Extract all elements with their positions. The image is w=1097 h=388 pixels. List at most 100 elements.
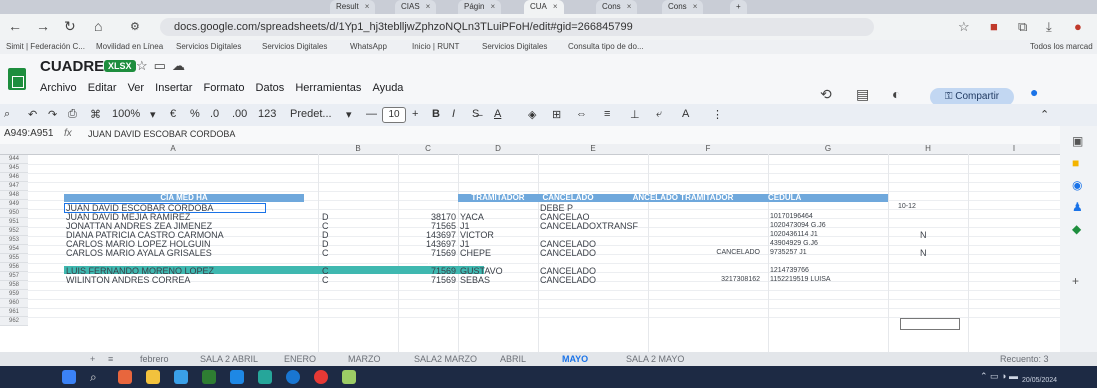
extensions-icon[interactable]: ⧉	[1018, 19, 1027, 35]
menu-ver[interactable]: Ver	[128, 82, 145, 94]
increase-font-icon[interactable]: +	[412, 108, 418, 120]
clock[interactable]: 20/05/2024	[1022, 369, 1057, 385]
cell-code[interactable]: 71569	[398, 267, 456, 276]
menu-formato[interactable]: Formato	[204, 82, 245, 94]
column-header[interactable]: E	[538, 144, 649, 155]
comments-icon[interactable]: ▤	[856, 86, 869, 103]
header-cell-cedula[interactable]: CEDULA	[768, 194, 888, 202]
cell-code[interactable]: 71569	[398, 276, 456, 285]
currency-button[interactable]: €	[170, 108, 176, 120]
row-header[interactable]: 945	[0, 164, 28, 173]
account-icon[interactable]: ●	[1030, 84, 1038, 100]
cell-type[interactable]: C	[322, 222, 329, 231]
cell-code[interactable]: 143697	[398, 231, 456, 240]
cell-name[interactable]: JONATTAN ANDRES ZEA JIMENEZ	[66, 222, 212, 231]
decrease-decimal-button[interactable]: .0	[210, 108, 219, 120]
collapse-menu-icon[interactable]: ⌃	[1040, 108, 1049, 121]
column-header[interactable]: F	[648, 144, 769, 155]
sheet-tab[interactable]: ABRIL	[500, 352, 526, 366]
column-header[interactable]: I	[968, 144, 1060, 155]
cell-cancelado-tramitador[interactable]: 3217308162	[650, 276, 760, 284]
chrome-icon[interactable]	[314, 370, 328, 384]
header-cell-cancelado[interactable]: CANCELADO	[538, 194, 598, 202]
cell-cancelado[interactable]: CANCELADO	[540, 276, 596, 285]
increase-decimal-button[interactable]: .00	[232, 108, 247, 120]
search-icon[interactable]: ⌕	[90, 370, 104, 384]
bookmark-item[interactable]: Servicios Digitales	[262, 40, 327, 54]
add-addon-icon[interactable]: +	[1072, 274, 1079, 288]
row-header[interactable]: 954	[0, 245, 28, 254]
profile-icon[interactable]: ●	[1074, 19, 1082, 34]
cell-cedula[interactable]: 10170196464	[770, 213, 813, 221]
menu-herramientas[interactable]: Herramientas	[295, 82, 361, 94]
row-header[interactable]: 959	[0, 290, 28, 299]
add-sheet-icon[interactable]: +	[90, 352, 95, 366]
cell-code[interactable]: 71565	[398, 222, 456, 231]
edge-icon[interactable]	[286, 370, 300, 384]
cell-cedula[interactable]: 1152219519 LUISA	[770, 276, 831, 284]
menu-datos[interactable]: Datos	[256, 82, 285, 94]
cell-tramitador[interactable]: GUSTAVO	[460, 267, 503, 276]
cell-cedula[interactable]: 1214739766	[770, 267, 809, 275]
all-bookmarks[interactable]: Todos los marcad	[1030, 40, 1093, 54]
search-menus-icon[interactable]: ⌕	[4, 108, 10, 121]
row-header[interactable]: 944	[0, 155, 28, 164]
close-icon[interactable]: ×	[365, 2, 370, 11]
new-tab-button[interactable]: +	[730, 0, 747, 14]
menu-archivo[interactable]: Archivo	[40, 82, 77, 94]
number-format-button[interactable]: 123	[258, 108, 276, 120]
borders-icon[interactable]: ⊞	[552, 108, 561, 121]
close-icon[interactable]: ×	[553, 2, 558, 11]
bookmark-item[interactable]: Consulta tipo de do...	[568, 40, 644, 54]
cell-cedula[interactable]: 9735257 J1	[770, 249, 807, 257]
row-header[interactable]: 953	[0, 236, 28, 245]
cell-type[interactable]: C	[322, 267, 329, 276]
cloud-icon[interactable]: ☁	[172, 58, 191, 73]
wifi-icon[interactable]	[258, 370, 272, 384]
row-header[interactable]: 951	[0, 218, 28, 227]
system-tray-icons[interactable]: ⌃ ▭ ◑ ▬	[980, 371, 1018, 382]
column-header[interactable]: H	[888, 144, 969, 155]
close-icon[interactable]: ×	[426, 2, 431, 11]
sheet-tab[interactable]: febrero	[140, 352, 169, 366]
keep-icon[interactable]: ■	[1072, 156, 1079, 170]
strikethrough-icon[interactable]: S̶	[472, 108, 479, 120]
cell-code[interactable]: 71569	[398, 249, 456, 258]
cell-name[interactable]: LUIS FERNANDO MORENO LOPEZ	[66, 267, 214, 276]
row-header[interactable]: 947	[0, 182, 28, 191]
cell-tramitador[interactable]: VICTOR	[460, 231, 494, 240]
cell-cancelado[interactable]: DEBE P	[540, 204, 573, 213]
row-header[interactable]: 962	[0, 317, 28, 326]
font-select[interactable]: Predet...	[290, 108, 332, 120]
cell-name[interactable]: OSCAR CATAÑO HIGUITA	[66, 258, 175, 267]
cell-code[interactable]: 143697	[398, 258, 456, 267]
cell-type[interactable]: D	[322, 231, 329, 240]
cell-type[interactable]: D	[322, 258, 329, 267]
app-icon[interactable]	[146, 370, 160, 384]
percent-button[interactable]: %	[190, 108, 200, 120]
header-cell-name[interactable]: CIA MED HA	[64, 194, 304, 202]
more-options-icon[interactable]: ⋮	[712, 108, 723, 121]
browser-tab[interactable]: Cons ×	[596, 0, 638, 14]
cell-name[interactable]: DIANA PATRICIA CASTRO CARMONA	[66, 231, 224, 240]
cell-type[interactable]: C	[322, 249, 329, 258]
tasks-icon[interactable]: ◉	[1072, 178, 1082, 192]
zoom-select[interactable]: 100%	[112, 108, 140, 120]
column-header[interactable]: B	[318, 144, 399, 155]
row-header[interactable]: 958	[0, 281, 28, 290]
back-icon[interactable]: ←	[8, 18, 22, 34]
bookmark-item[interactable]: Simit | Federación C...	[6, 40, 85, 54]
cell-tramitador[interactable]: J1	[460, 222, 470, 231]
app-icon[interactable]	[230, 370, 244, 384]
cell-cedula[interactable]: 1020436114 J1	[770, 231, 818, 239]
select-all-corner[interactable]	[0, 144, 29, 155]
explorer-icon[interactable]	[174, 370, 188, 384]
download-icon[interactable]: ⤓	[1046, 19, 1052, 35]
text-color-button[interactable]: A	[494, 108, 501, 120]
start-icon[interactable]	[62, 370, 76, 384]
close-icon[interactable]: ×	[490, 2, 495, 11]
extension-icon[interactable]: ■	[990, 19, 998, 34]
cell-tramitador[interactable]: CHEPE	[460, 249, 491, 258]
cell-name[interactable]: CARLOS MARIO LOPEZ HOLGUIN	[66, 240, 211, 249]
align-horizontal-icon[interactable]: ≡	[604, 108, 610, 120]
